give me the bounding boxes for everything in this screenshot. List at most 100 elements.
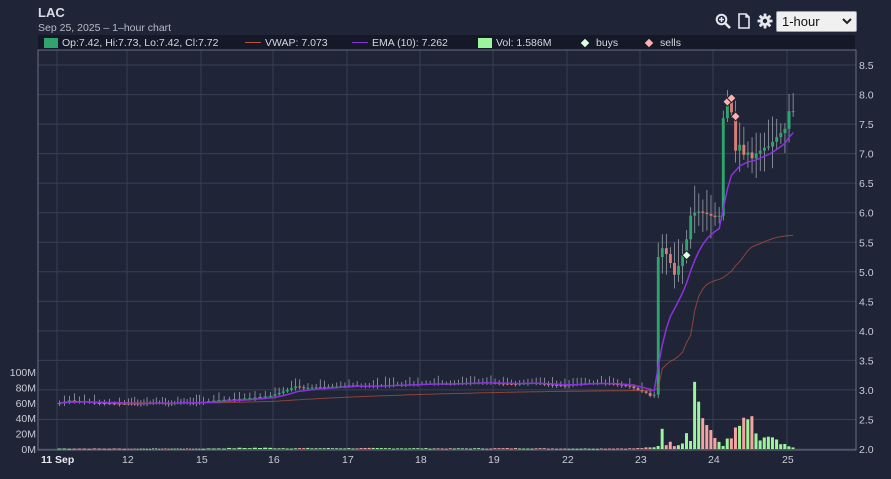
volume-bar bbox=[142, 448, 145, 450]
candle-body bbox=[263, 396, 268, 398]
volume-bar bbox=[127, 448, 130, 450]
volume-bar bbox=[87, 448, 92, 450]
volume-bar bbox=[721, 445, 725, 449]
volume-bar bbox=[518, 448, 522, 450]
volume-bar bbox=[607, 448, 611, 450]
volume-bar bbox=[766, 436, 770, 449]
volume-bar bbox=[367, 447, 371, 449]
volume-bar bbox=[567, 448, 571, 450]
volume-bar bbox=[616, 448, 620, 450]
candle-body bbox=[668, 254, 672, 263]
candle-body bbox=[298, 386, 302, 388]
volume-bar bbox=[555, 448, 559, 450]
candle-body bbox=[294, 386, 298, 389]
volume-bar bbox=[632, 448, 636, 450]
volume-bar bbox=[158, 448, 161, 450]
price-chart[interactable]: 2.0 2.5 3.0 3.5 4.0 4.5 5.0 5.5 6.0 6.5 7.0 7.5 8.0 8… bbox=[0, 0, 891, 479]
candle-body bbox=[771, 141, 775, 147]
volume-bar bbox=[701, 418, 705, 449]
volume-bar bbox=[343, 448, 347, 450]
volume-bar bbox=[485, 448, 489, 450]
volume-bar bbox=[538, 448, 542, 449]
volume-bar bbox=[155, 448, 158, 450]
volume-bar bbox=[424, 448, 428, 449]
y-tick-label: 8.0 bbox=[859, 90, 874, 102]
candle-body bbox=[644, 391, 648, 393]
candle-body bbox=[779, 132, 783, 138]
volume-bar bbox=[379, 448, 383, 449]
volume-bar bbox=[575, 448, 579, 450]
candle-body bbox=[689, 215, 693, 240]
volume-bar bbox=[612, 448, 615, 450]
volume-bar bbox=[92, 448, 97, 450]
volume-bar bbox=[603, 448, 607, 450]
volume-bar bbox=[754, 433, 758, 449]
volume-bar bbox=[363, 447, 367, 449]
volume-bar bbox=[509, 448, 513, 450]
candle-body bbox=[632, 386, 636, 389]
volume-bar bbox=[591, 448, 595, 450]
candle-body bbox=[285, 389, 289, 392]
volume-bar bbox=[432, 448, 436, 450]
volume-bar bbox=[185, 448, 188, 450]
candle-body bbox=[754, 153, 758, 159]
volume-bar bbox=[709, 430, 713, 449]
candle-body bbox=[302, 387, 306, 389]
volume-bar bbox=[648, 447, 652, 449]
volume-bar bbox=[117, 448, 122, 450]
volume-bar bbox=[420, 448, 424, 450]
volume-bar bbox=[242, 448, 247, 449]
volume-bar bbox=[107, 448, 112, 450]
volume-bar bbox=[302, 448, 306, 449]
candle-body bbox=[277, 392, 281, 395]
volume-bar bbox=[770, 437, 774, 449]
x-tick-label: 16 bbox=[268, 454, 280, 466]
volume-bar bbox=[477, 448, 481, 449]
y-tick-label: 6.0 bbox=[859, 208, 874, 220]
volume-bar bbox=[387, 448, 391, 449]
candle-body bbox=[742, 144, 746, 155]
volume-bar bbox=[326, 447, 330, 449]
volume-bar bbox=[145, 448, 148, 450]
candle-body bbox=[697, 211, 701, 213]
candle-body bbox=[738, 144, 742, 151]
volume-bar bbox=[493, 448, 497, 449]
candle-body bbox=[636, 388, 640, 390]
volume-bar bbox=[396, 448, 400, 450]
volume-bar bbox=[136, 448, 139, 450]
volume-bar bbox=[170, 448, 173, 450]
volume-bar bbox=[775, 439, 779, 449]
candle-body bbox=[290, 388, 293, 390]
candle-body bbox=[268, 395, 273, 397]
volume-bar bbox=[232, 448, 237, 450]
candle-body bbox=[318, 386, 322, 388]
volume-bar bbox=[689, 441, 693, 449]
volume-bar bbox=[436, 448, 440, 450]
candle-body bbox=[717, 215, 721, 217]
candle-body bbox=[673, 262, 676, 275]
x-tick-label: 15 bbox=[196, 454, 208, 466]
volume-bar bbox=[465, 448, 468, 450]
candle-body bbox=[677, 265, 680, 275]
volume-bar bbox=[448, 448, 452, 449]
candle-body bbox=[273, 394, 277, 396]
volume-bar bbox=[550, 448, 554, 450]
candle-body bbox=[551, 384, 555, 386]
volume-bar bbox=[247, 448, 252, 449]
volume-bar bbox=[289, 448, 293, 450]
y-tick-label: 5.5 bbox=[859, 237, 874, 249]
volume-bar bbox=[599, 448, 603, 450]
candle-body bbox=[713, 215, 717, 217]
volume-bar bbox=[392, 448, 395, 450]
x-tick-label: 19 bbox=[488, 454, 500, 466]
volume-bar bbox=[355, 448, 359, 450]
volume-bar bbox=[314, 448, 318, 450]
x-tick-label: 11 Sep bbox=[41, 454, 74, 466]
volume-bar bbox=[624, 448, 628, 450]
volume-bar bbox=[725, 438, 729, 449]
volume-bar bbox=[152, 448, 155, 450]
candle-body bbox=[628, 385, 632, 387]
volume-bar bbox=[167, 448, 170, 450]
volume-bar bbox=[330, 448, 334, 450]
candle-body bbox=[701, 211, 705, 213]
